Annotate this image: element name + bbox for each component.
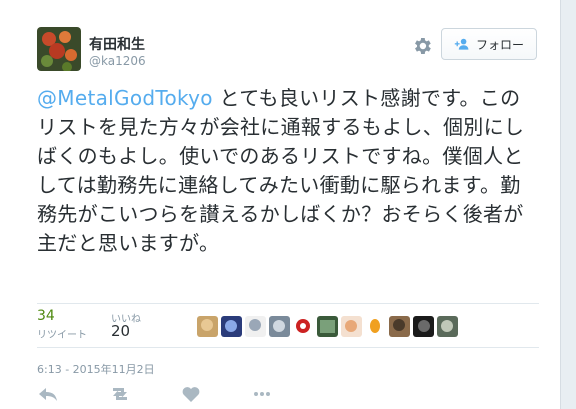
- tweet-body: とても良いリスト感謝です。このリストを見た方々が会社に通報するもよし、個別にしば…: [37, 86, 525, 255]
- divider: [37, 347, 539, 348]
- liker-avatar[interactable]: [269, 316, 290, 337]
- tweet-text: @MetalGodTokyo とても良いリスト感謝です。このリストを見た方々が会…: [37, 84, 537, 258]
- liker-avatar[interactable]: [365, 316, 386, 337]
- liker-avatar[interactable]: [221, 316, 242, 337]
- liker-avatar[interactable]: [437, 316, 458, 337]
- user-handle[interactable]: @ka1206: [89, 54, 146, 68]
- liker-avatar[interactable]: [389, 316, 410, 337]
- liker-avatars: [197, 316, 458, 337]
- liker-avatar[interactable]: [245, 316, 266, 337]
- retweet-icon[interactable]: [109, 384, 131, 404]
- liker-avatar[interactable]: [413, 316, 434, 337]
- liker-avatar[interactable]: [341, 316, 362, 337]
- liker-avatar[interactable]: [197, 316, 218, 337]
- retweet-count[interactable]: 34: [37, 308, 55, 324]
- tweet-card: 有田和生 @ka1206 フォロー @MetalGodTokyo とても良いリス…: [0, 0, 561, 409]
- divider: [37, 303, 539, 304]
- reply-icon[interactable]: [37, 384, 59, 404]
- follow-button[interactable]: フォロー: [441, 28, 537, 60]
- mention-link[interactable]: @MetalGodTokyo: [37, 86, 213, 110]
- liker-avatar[interactable]: [317, 316, 338, 337]
- timestamp[interactable]: 6:13 - 2015年11月2日: [37, 361, 155, 377]
- like-icon[interactable]: [180, 384, 202, 404]
- like-count[interactable]: 20: [111, 322, 130, 340]
- avatar[interactable]: [37, 27, 81, 71]
- liker-avatar[interactable]: [293, 316, 314, 337]
- display-name[interactable]: 有田和生: [89, 34, 145, 54]
- retweet-label[interactable]: リツイート: [37, 326, 87, 341]
- gear-icon[interactable]: [411, 35, 433, 57]
- follow-label: フォロー: [475, 37, 524, 52]
- add-user-icon: [454, 38, 469, 50]
- more-icon[interactable]: [251, 384, 273, 404]
